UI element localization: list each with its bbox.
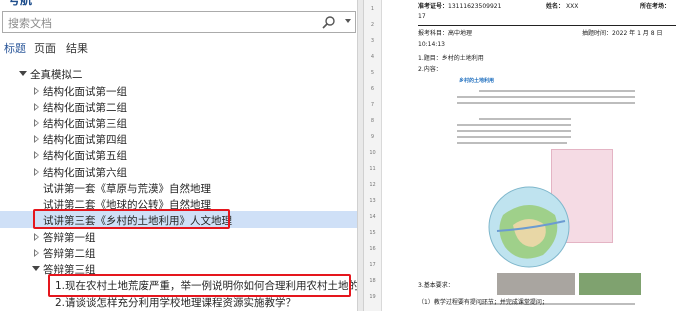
ruler-tick: 19 xyxy=(369,294,376,300)
tree-item-label: 结构化面试第六组 xyxy=(43,167,127,179)
text-line xyxy=(479,90,635,92)
subject-label: 报考科目： xyxy=(418,30,449,37)
ticket-value: 13111623509921 xyxy=(448,3,502,10)
search-box[interactable]: 搜索文档 xyxy=(2,11,356,33)
tree-item-label: 试讲第一套《草原与荒漠》自然地理 xyxy=(43,183,211,195)
collapsed-caret-icon[interactable] xyxy=(34,87,39,95)
requirement-1: （1）教学过程要有提问环节；并完成课堂提问； xyxy=(418,299,548,306)
annotation-box-selected-heading xyxy=(33,209,230,229)
requirements-heading: 3.基本要求： xyxy=(418,282,454,289)
collapsed-caret-icon[interactable] xyxy=(34,119,39,127)
draw-time-label: 抽题时间： xyxy=(582,30,613,37)
ruler-tick: 16 xyxy=(369,246,376,252)
ruler-tick: 5 xyxy=(370,70,375,76)
ticket-label: 准考证号： xyxy=(418,3,449,10)
collapsed-caret-icon[interactable] xyxy=(34,103,39,111)
ruler-tick: 6 xyxy=(370,86,375,92)
question-2: 2.内容： xyxy=(418,66,442,73)
tab-results[interactable]: 结果 xyxy=(66,40,88,56)
ruler-tick: 10 xyxy=(369,150,376,156)
ruler-tick: 4 xyxy=(370,54,375,60)
header-rule xyxy=(418,25,676,26)
ruler-tick: 12 xyxy=(369,182,376,188)
text-line xyxy=(457,142,567,144)
collapsed-caret-icon[interactable] xyxy=(34,168,39,176)
tree-item-label: 结构化面试第三组 xyxy=(43,118,127,130)
search-input[interactable]: 搜索文档 xyxy=(8,15,52,31)
tree-item-label: 全真模拟二 xyxy=(30,69,83,81)
tree-item-label: 答辩第一组 xyxy=(43,232,96,244)
ruler-tick: 13 xyxy=(369,198,376,204)
tree-item-root[interactable]: 全真模拟二 xyxy=(0,66,357,82)
navigation-pane-title: 号航 xyxy=(8,0,33,7)
tree-item-label: 结构化面试第二组 xyxy=(43,102,127,114)
ruler-tick: 11 xyxy=(369,166,376,172)
question-1: 1.题目：乡村的土地利用 xyxy=(418,55,484,62)
draw-time-value: 2022 年 1 月 8 日 xyxy=(612,30,663,37)
navigation-pane: 号航 搜索文档 标题 页面 结果 全真模拟二 结构化面试第一组 结构化面试第二组… xyxy=(0,0,357,311)
tree-item[interactable]: 结构化面试第三组 xyxy=(0,115,357,131)
tab-pages[interactable]: 页面 xyxy=(34,40,56,56)
text-line xyxy=(457,130,571,132)
tree-item-label: 结构化面试第五组 xyxy=(43,150,127,162)
ruler-tick: 3 xyxy=(370,38,375,44)
tab-headings[interactable]: 标题 xyxy=(4,40,26,56)
expanded-caret-icon[interactable] xyxy=(19,71,27,76)
village-photo xyxy=(497,273,575,295)
ruler-tick: 17 xyxy=(369,262,376,268)
ruler-tick: 15 xyxy=(369,230,376,236)
text-line xyxy=(457,96,635,98)
document-page: 准考证号： 13111623509921 姓名： XXX 所在考场： 17 报考… xyxy=(418,0,680,311)
name-value: XXX xyxy=(566,3,579,10)
subject-value: 高中地理 xyxy=(448,30,473,37)
ruler-tick: 18 xyxy=(369,278,376,284)
tree-item[interactable]: 结构化面试第二组 xyxy=(0,99,357,115)
room-value: 17 xyxy=(418,13,426,20)
name-label: 姓名： xyxy=(546,3,565,10)
collapsed-caret-icon[interactable] xyxy=(34,249,39,257)
village-map-image xyxy=(488,186,570,268)
pane-splitter[interactable] xyxy=(357,0,364,311)
text-line xyxy=(457,102,635,104)
tree-item[interactable]: 结构化面试第五组 xyxy=(0,147,357,163)
search-icon[interactable] xyxy=(321,15,337,30)
chevron-down-icon[interactable] xyxy=(345,19,351,23)
expanded-caret-icon[interactable] xyxy=(32,266,40,271)
tree-item[interactable]: 答辩第一组 xyxy=(0,229,357,245)
tree-item-label: 结构化面试第四组 xyxy=(43,134,127,146)
text-line xyxy=(457,124,571,126)
collapsed-caret-icon[interactable] xyxy=(34,233,39,241)
excerpt-title: 乡村的土地利用 xyxy=(459,78,495,84)
ruler-tick: 1 xyxy=(370,6,375,12)
tree-item-label: 2.请谈谈怎样充分利用学校地理课程资源实施教学？ xyxy=(55,297,297,309)
textbook-excerpt-image: 乡村的土地利用 xyxy=(453,73,641,305)
tree-item[interactable]: 结构化面试第四组 xyxy=(0,131,357,147)
tree-item[interactable]: 结构化面试第六组 xyxy=(0,164,357,180)
tree-item[interactable]: 答辩第二组 xyxy=(0,245,357,261)
draw-time-clock: 10:14:13 xyxy=(418,41,445,48)
tree-item[interactable]: 结构化面试第一组 xyxy=(0,83,357,99)
room-label: 所在考场： xyxy=(640,3,671,10)
ruler-tick: 8 xyxy=(370,118,375,124)
farmland-photo xyxy=(579,273,641,295)
ruler-tick: 7 xyxy=(370,102,375,108)
tree-item-label: 答辩第二组 xyxy=(43,248,96,260)
ruler-tick: 9 xyxy=(370,134,375,140)
ruler-tick: 2 xyxy=(370,22,375,28)
tree-item-label: 结构化面试第一组 xyxy=(43,86,127,98)
ruler-tick: 14 xyxy=(369,214,376,220)
collapsed-caret-icon[interactable] xyxy=(34,151,39,159)
tree-item[interactable]: 试讲第一套《草原与荒漠》自然地理 xyxy=(0,180,357,196)
text-line xyxy=(457,136,571,138)
annotation-box-question xyxy=(48,274,351,297)
collapsed-caret-icon[interactable] xyxy=(34,135,39,143)
text-line xyxy=(479,118,571,120)
vertical-ruler: 1 2 3 4 5 6 7 8 9 10 11 12 13 14 15 16 1… xyxy=(364,0,382,311)
